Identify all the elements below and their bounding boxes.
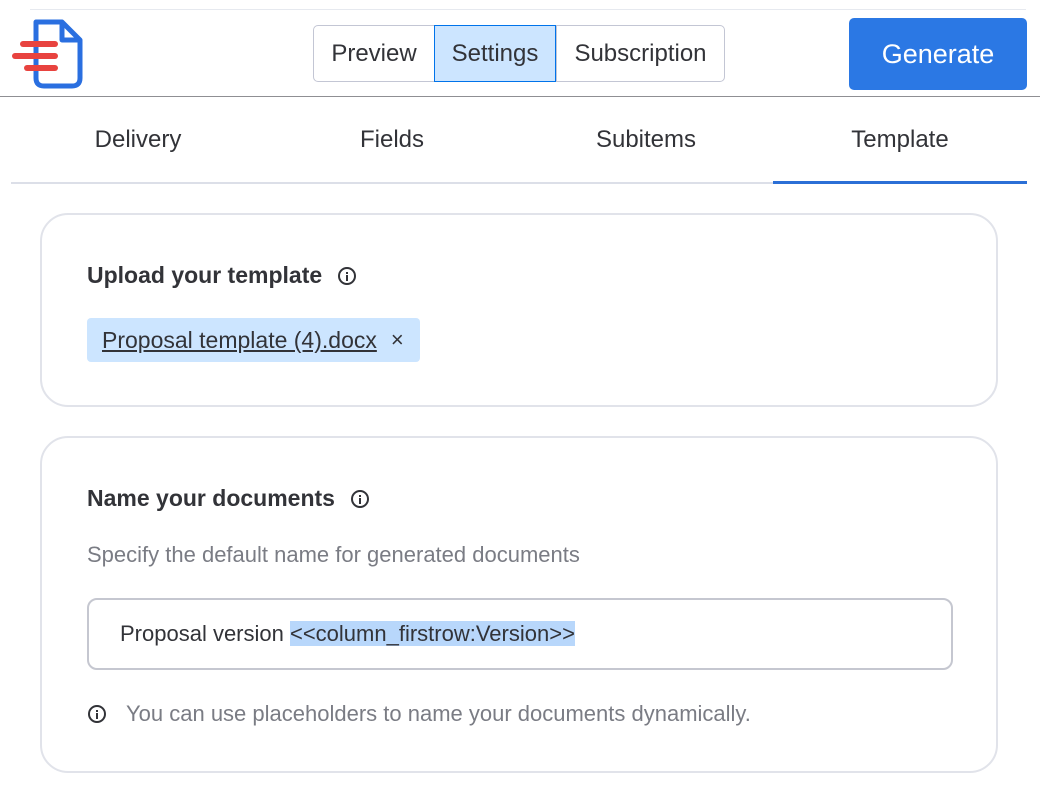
settings-tabs: Delivery Fields Subitems Template [11,98,1027,184]
naming-hint-text: You can use placeholders to name your do… [126,701,751,726]
subscription-segment[interactable]: Subscription [556,26,724,81]
naming-description: Specify the default name for generated d… [87,542,580,567]
naming-hint: You can use placeholders to name your do… [88,701,751,727]
document-logo-icon [12,19,83,89]
tab-fields[interactable]: Fields [265,98,519,182]
name-documents-card: Name your documents Specify the default … [40,436,998,773]
settings-segment[interactable]: Settings [434,25,556,82]
upload-template-card: Upload your template Proposal template (… [40,213,998,407]
uploaded-file-link[interactable]: Proposal template (4).docx [102,327,377,354]
document-name-input[interactable]: Proposal version <<column_firstrow:Versi… [87,598,953,670]
close-icon[interactable]: × [391,327,404,353]
naming-title-row: Name your documents [87,485,369,512]
input-prefix-text: Proposal version [120,621,290,646]
naming-title: Name your documents [87,485,335,511]
generate-button[interactable]: Generate [849,18,1027,90]
upload-title: Upload your template [87,262,323,288]
selected-placeholder-token: <<column_firstrow:Version>> [289,621,575,646]
tab-template[interactable]: Template [773,98,1027,184]
info-icon[interactable] [338,266,357,285]
view-switcher: Preview Settings Subscription [313,25,725,82]
tab-subitems[interactable]: Subitems [519,98,773,182]
tab-delivery[interactable]: Delivery [11,98,265,182]
upload-title-row: Upload your template [87,262,357,289]
uploaded-file-chip: Proposal template (4).docx × [87,318,420,362]
app-header: Preview Settings Subscription Generate [0,0,1040,97]
info-icon[interactable] [350,489,369,508]
preview-segment[interactable]: Preview [314,26,434,81]
info-icon [88,705,106,723]
